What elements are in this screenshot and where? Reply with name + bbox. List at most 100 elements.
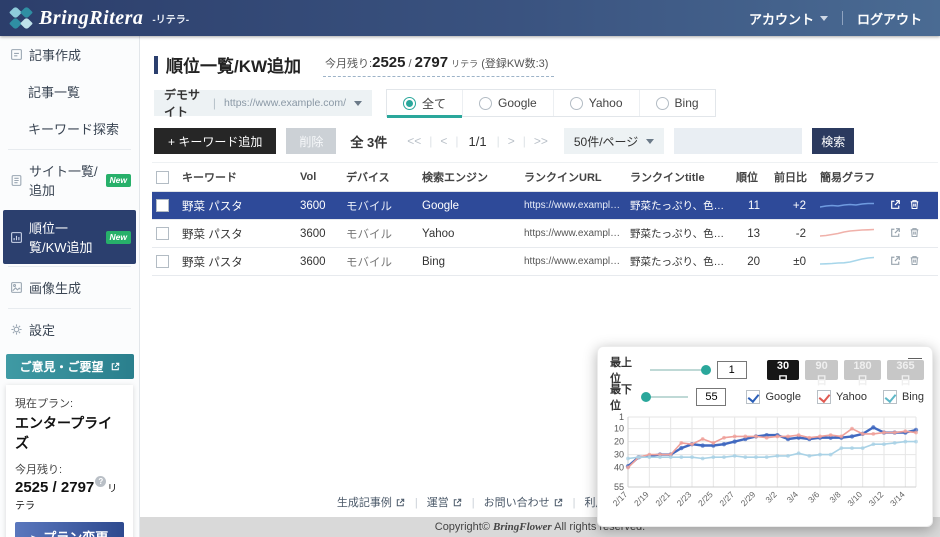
table-row[interactable]: 野菜 パスタ3600モバイルBinghttps://www.example.co… [152,248,938,276]
plan-card: 現在プラン: エンタープライズ 今月残り: 2525 / 2797?リテラ >プ… [6,385,133,537]
sidebar-item-3[interactable]: サイト一覧/追加New [0,152,139,208]
brand-suffix: -リテラ- [152,11,189,26]
radio-icon [656,97,669,110]
site-selector-dropdown[interactable]: デモサイト | https://www.example.com/ [154,90,372,116]
sidebar-item-label: 画像生成 [29,278,81,297]
engine-checkbox-bing[interactable]: Bing [883,390,924,404]
select-all-checkbox[interactable] [156,171,169,184]
slider-knob[interactable] [701,365,711,375]
sidebar-item-6[interactable]: 設定 [0,311,139,348]
table-header-row: キーワードVolデバイス検索エンジンランクインURLランクインtitle順位前日… [152,163,938,192]
sidebar-item-4[interactable]: 順位一覧/KW追加New [3,210,136,264]
table-row[interactable]: 野菜 パスタ3600モバイルGooglehttps://www.example.… [152,192,938,220]
radio-icon [403,97,416,110]
engine-checkbox-google[interactable]: Google [746,390,800,404]
page-last-button[interactable]: >> [528,134,554,148]
rank-cell: 11 [732,192,770,220]
engine-checkbox-group: Google Yahoo Bing [746,390,924,404]
sidebar-nav: 記事作成記事一覧キーワード探索サイト一覧/追加New順位一覧/KW追加New 画像… [0,36,139,348]
page-next-button[interactable]: > [502,134,521,148]
sidebar: 記事作成記事一覧キーワード探索サイト一覧/追加New順位一覧/KW追加New 画像… [0,36,140,537]
engine-filter-option-2[interactable]: Yahoo [553,90,639,116]
logout-button[interactable]: ログアウト [857,9,922,28]
svg-text:10: 10 [614,424,624,434]
engine-filter-label: 全て [422,95,446,112]
delete-row-button[interactable] [905,254,924,270]
top-rank-slider[interactable] [650,369,709,371]
period-button-0[interactable]: 30日 [767,360,800,380]
slider-knob[interactable] [641,392,651,402]
page-prev-button[interactable]: < [434,134,453,148]
url-cell: https://www.example.com/blog… [520,248,626,276]
vol-cell: 3600 [296,192,342,220]
row-checkbox[interactable] [156,227,169,240]
bottom-rank-slider[interactable] [643,396,689,398]
feedback-button[interactable]: ご意見・ご要望 [6,354,134,379]
page-size-dropdown[interactable]: 50件/ページ [564,128,664,154]
engine-checkbox-yahoo[interactable]: Yahoo [817,390,867,404]
account-menu[interactable]: アカウント [749,9,828,28]
engine-cell: Google [418,192,520,220]
trash-icon [908,254,921,267]
actions-cell [882,192,938,220]
external-link-icon [889,254,902,267]
engine-filter-option-3[interactable]: Bing [639,90,715,116]
svg-text:2/27: 2/27 [717,489,736,508]
top-rank-input[interactable] [717,361,747,379]
open-page-button[interactable] [886,226,905,242]
row-checkbox[interactable] [156,199,169,212]
sidebar-divider [8,308,131,309]
change-plan-button[interactable]: >プラン変更 [15,522,124,537]
svg-text:1: 1 [619,412,624,422]
engine-filter-option-0[interactable]: 全て [387,90,462,116]
chevron-right-icon: > [31,533,37,537]
search-button[interactable]: 検索 [812,128,854,154]
footer-link-1[interactable]: 運営 [427,494,463,510]
minimize-panel-button[interactable]: — [908,349,922,365]
external-link-icon [395,497,406,508]
footer-link-0[interactable]: 生成記事例 [337,494,406,510]
delete-button: 削除 [286,128,336,154]
app-header: BringRitera -リテラ- アカウント ログアウト [0,0,940,36]
keyword-cell: 野菜 パスタ [178,220,296,248]
spark-cell [816,192,882,220]
plan-name: エンタープライズ [15,413,124,453]
sidebar-item-label: 記事一覧 [28,82,80,101]
engine-filter-label: Yahoo [589,96,623,110]
actions-cell [882,248,938,276]
page-first-button[interactable]: << [401,134,427,148]
table-row[interactable]: 野菜 パスタ3600モバイルYahoohttps://www.example.c… [152,220,938,248]
open-page-button[interactable] [886,198,905,214]
title-accent-bar [154,56,158,74]
keyword-table: キーワードVolデバイス検索エンジンランクインURLランクインtitle順位前日… [152,162,938,276]
open-page-button[interactable] [886,254,905,270]
row-checkbox[interactable] [156,255,169,268]
current-plan-label: 現在プラン: [15,395,124,411]
select-all-checkbox-cell [152,163,178,192]
usage-summary: 今月残り:2525 / 2797 リテラ (登録KW数:3) [323,54,554,77]
site-list-icon [10,174,23,187]
add-keyword-button[interactable]: + キーワード追加 [154,128,276,154]
radio-icon [570,97,583,110]
sidebar-item-0[interactable]: 記事作成 [0,36,139,73]
period-button-1[interactable]: 90日 [805,360,838,380]
search-input[interactable] [674,128,802,154]
rank-list-icon [10,231,23,244]
sidebar-item-2[interactable]: キーワード探索 [0,110,139,147]
period-button-2[interactable]: 180日 [844,360,881,380]
footer-link-2[interactable]: お問い合わせ [484,494,564,510]
sidebar-item-label: キーワード探索 [28,119,119,138]
url-cell: https://www.example.com/blog… [520,192,626,220]
plan-remaining-value: 2525 / 2797?リテラ [15,479,124,513]
engine-filter-option-1[interactable]: Google [462,90,553,116]
rank-cell: 13 [732,220,770,248]
delete-row-button[interactable] [905,226,924,242]
svg-text:40: 40 [614,463,624,473]
plan-remaining-label: 今月残り: [15,461,124,477]
delete-row-button[interactable] [905,198,924,214]
sidebar-item-5[interactable]: 画像生成 [0,269,139,306]
bottom-rank-input[interactable] [696,388,726,406]
sidebar-item-1[interactable]: 記事一覧 [0,73,139,110]
help-icon[interactable]: ? [95,476,106,487]
row-checkbox-cell [152,248,178,276]
